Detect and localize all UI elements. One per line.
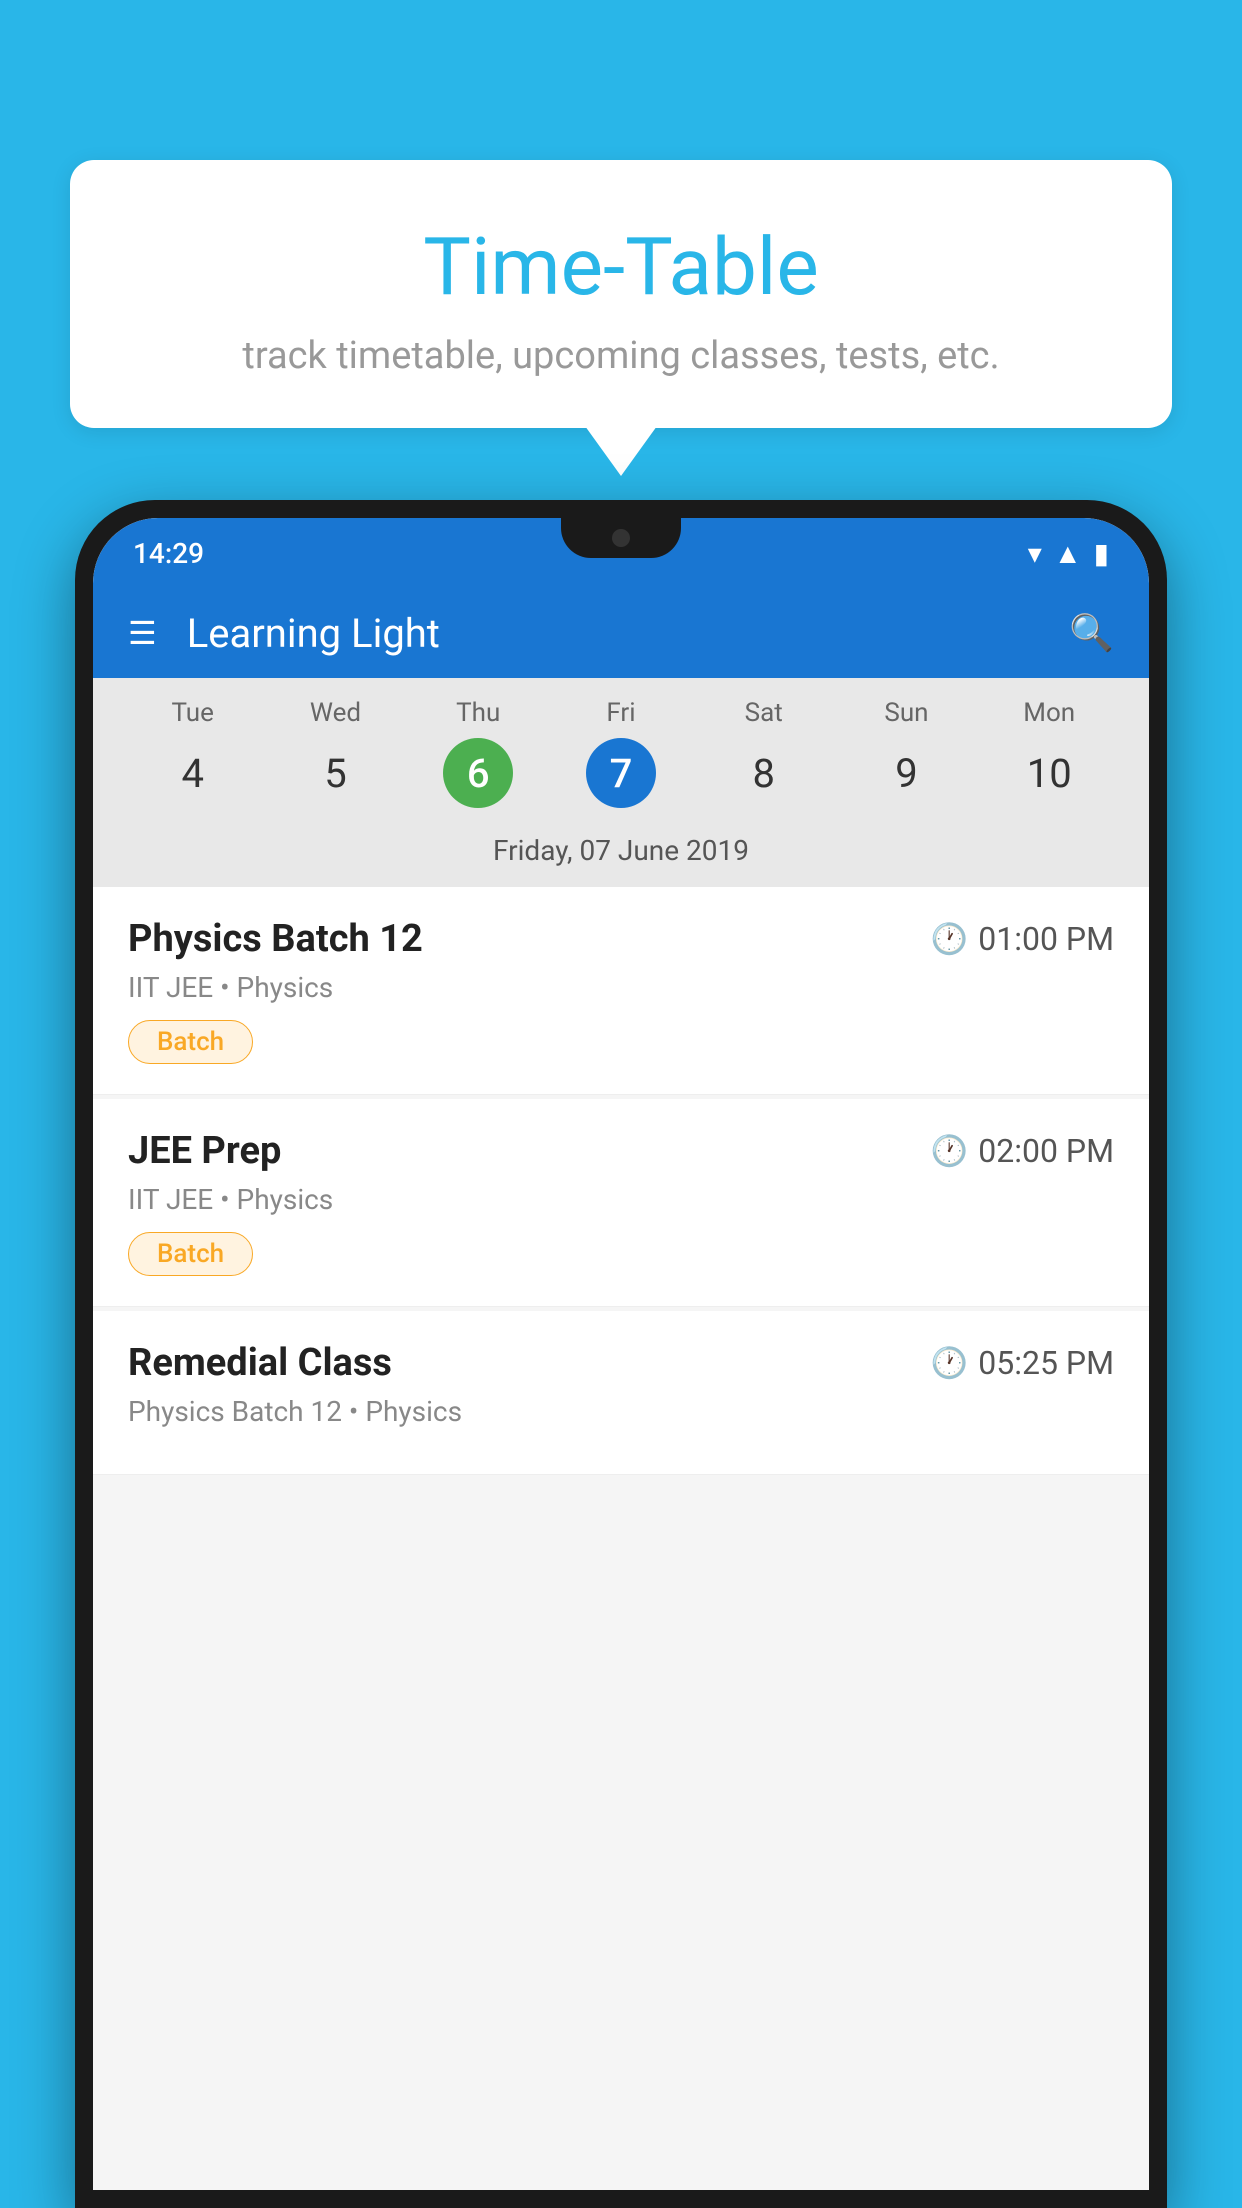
day-name: Tue xyxy=(172,698,214,728)
search-icon[interactable]: 🔍 xyxy=(1069,612,1114,654)
wifi-icon: ▾ xyxy=(1028,537,1042,570)
day-number[interactable]: 9 xyxy=(871,738,941,808)
day-name: Thu xyxy=(456,698,500,728)
selected-date: Friday, 07 June 2019 xyxy=(123,820,1119,877)
schedule-item-time: 🕐 01:00 PM xyxy=(931,920,1114,958)
schedule-item-meta: Physics Batch 12 • Physics xyxy=(128,1395,1114,1428)
status-bar: 14:29 ▾ ▲ ▮ xyxy=(93,518,1149,588)
day-col[interactable]: Fri 7 xyxy=(551,698,690,808)
status-icons: ▾ ▲ ▮ xyxy=(1028,537,1109,570)
schedule-item-time: 🕐 02:00 PM xyxy=(931,1132,1114,1170)
schedule-item[interactable]: Remedial Class 🕐 05:25 PM Physics Batch 12 … xyxy=(93,1311,1149,1475)
schedule-item-header: Physics Batch 12 🕐 01:00 PM xyxy=(128,917,1114,961)
day-col[interactable]: Tue 4 xyxy=(123,698,262,808)
schedule-item-name: Physics Batch 12 xyxy=(128,917,423,961)
day-col[interactable]: Wed 5 xyxy=(266,698,405,808)
day-number[interactable]: 6 xyxy=(443,738,513,808)
speech-bubble-section: Time-Table track timetable, upcoming cla… xyxy=(70,160,1172,428)
schedule-item-name: Remedial Class xyxy=(128,1341,392,1385)
camera-dot xyxy=(612,529,630,547)
day-number[interactable]: 8 xyxy=(729,738,799,808)
schedule-item-header: JEE Prep 🕐 02:00 PM xyxy=(128,1129,1114,1173)
calendar-section: Tue 4 Wed 5 Thu 6 Fri 7 Sat 8 Sun 9 Mon 10 Friday, 07… xyxy=(93,678,1149,887)
schedule-list: Physics Batch 12 🕐 01:00 PM IIT JEE • Physi… xyxy=(93,887,1149,2190)
day-name: Wed xyxy=(310,698,361,728)
day-name: Mon xyxy=(1023,698,1075,728)
app-header: ☰ Learning Light 🔍 xyxy=(93,588,1149,678)
schedule-item-header: Remedial Class 🕐 05:25 PM xyxy=(128,1341,1114,1385)
hamburger-icon[interactable]: ☰ xyxy=(128,617,157,649)
battery-icon: ▮ xyxy=(1094,537,1109,570)
day-col[interactable]: Sat 8 xyxy=(694,698,833,808)
days-row: Tue 4 Wed 5 Thu 6 Fri 7 Sat 8 Sun 9 Mon 10 xyxy=(123,698,1119,808)
batch-badge: Batch xyxy=(128,1020,253,1064)
schedule-item-meta: IIT JEE • Physics xyxy=(128,1183,1114,1216)
day-name: Sat xyxy=(745,698,783,728)
notch xyxy=(561,518,681,558)
day-number[interactable]: 7 xyxy=(586,738,656,808)
phone-screen: 14:29 ▾ ▲ ▮ ☰ Learning Light 🔍 Tue4Wed5T… xyxy=(93,518,1149,2190)
day-col[interactable]: Thu 6 xyxy=(409,698,548,808)
day-number[interactable]: 10 xyxy=(1014,738,1084,808)
schedule-item-time: 🕐 05:25 PM xyxy=(931,1344,1114,1382)
day-col[interactable]: Mon 10 xyxy=(980,698,1119,808)
day-name: Fri xyxy=(606,698,635,728)
time-text: 02:00 PM xyxy=(978,1132,1114,1170)
day-number[interactable]: 5 xyxy=(300,738,370,808)
bubble-subtitle: track timetable, upcoming classes, tests… xyxy=(120,334,1122,378)
clock-icon: 🕐 xyxy=(931,1346,968,1381)
day-col[interactable]: Sun 9 xyxy=(837,698,976,808)
schedule-item-meta: IIT JEE • Physics xyxy=(128,971,1114,1004)
phone-frame: 14:29 ▾ ▲ ▮ ☰ Learning Light 🔍 Tue4Wed5T… xyxy=(75,500,1167,2208)
time-text: 05:25 PM xyxy=(978,1344,1114,1382)
clock-icon: 🕐 xyxy=(931,1134,968,1169)
status-time: 14:29 xyxy=(133,537,204,570)
signal-icon: ▲ xyxy=(1054,537,1082,570)
schedule-item[interactable]: JEE Prep 🕐 02:00 PM IIT JEE • Physics Batch xyxy=(93,1099,1149,1307)
schedule-item[interactable]: Physics Batch 12 🕐 01:00 PM IIT JEE • Physi… xyxy=(93,887,1149,1095)
speech-bubble: Time-Table track timetable, upcoming cla… xyxy=(70,160,1172,428)
day-number[interactable]: 4 xyxy=(158,738,228,808)
day-name: Sun xyxy=(884,698,928,728)
time-text: 01:00 PM xyxy=(978,920,1114,958)
app-title: Learning Light xyxy=(187,610,1069,657)
bubble-title: Time-Table xyxy=(120,220,1122,314)
clock-icon: 🕐 xyxy=(931,922,968,957)
batch-badge: Batch xyxy=(128,1232,253,1276)
schedule-item-name: JEE Prep xyxy=(128,1129,281,1173)
